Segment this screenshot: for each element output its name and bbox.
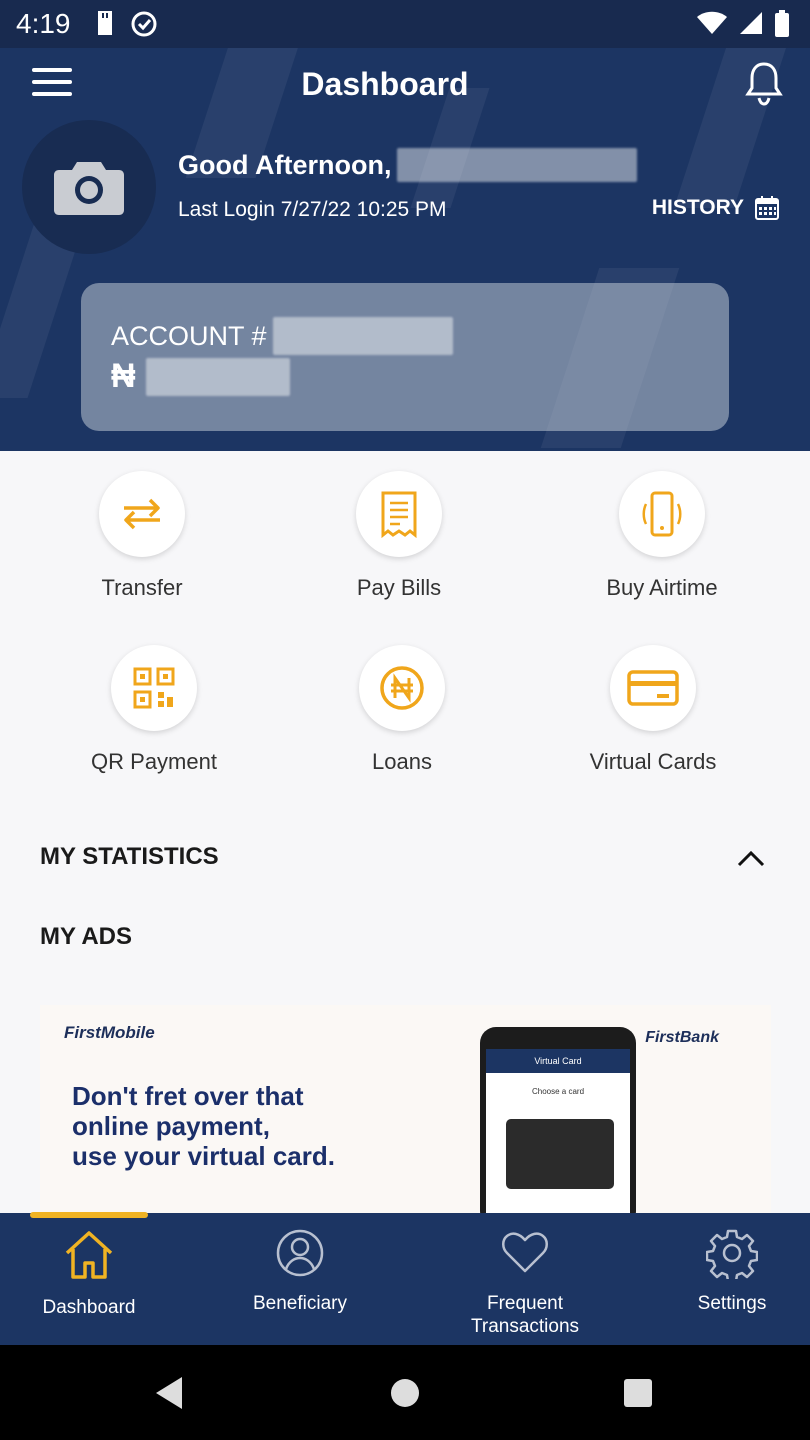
virtual-cards-button[interactable]: Virtual Cards xyxy=(543,645,763,775)
greeting-text: Good Afternoon, xyxy=(178,149,392,180)
signal-icon xyxy=(740,12,762,34)
ad-phone-image: Virtual Card Choose a card xyxy=(480,1027,636,1215)
calendar-icon xyxy=(755,196,779,220)
pay-bills-label: Pay Bills xyxy=(356,575,442,600)
account-card[interactable]: ACCOUNT # ₦ xyxy=(81,283,729,431)
nav-dashboard[interactable]: Dashboard xyxy=(20,1227,158,1319)
account-label: ACCOUNT # xyxy=(111,320,267,351)
ad-brand-logo: FirstMobile xyxy=(64,1023,155,1042)
qr-payment-label: QR Payment xyxy=(91,749,217,774)
my-statistics-title[interactable]: MY STATISTICS xyxy=(40,843,219,871)
sd-card-icon xyxy=(98,11,112,35)
active-tab-indicator xyxy=(30,1212,148,1218)
recents-icon[interactable] xyxy=(623,1378,653,1408)
ad-bank-logo: FirstBank xyxy=(645,1029,719,1046)
chevron-up-icon[interactable] xyxy=(736,848,766,868)
qr-code-icon xyxy=(133,667,175,709)
camera-icon xyxy=(54,162,124,215)
dashboard-header: Dashboard Good Afternoon, Last Login 7/2… xyxy=(0,48,810,451)
phone-ringing-icon xyxy=(642,491,682,537)
wifi-icon xyxy=(697,11,727,34)
status-time: 4:19 xyxy=(16,8,71,39)
my-ads-title: MY ADS xyxy=(40,923,133,950)
ad-banner[interactable]: FirstMobile FirstBank Don't fret over th… xyxy=(40,1005,771,1215)
heart-icon xyxy=(502,1232,548,1273)
app-notification-icon xyxy=(131,11,157,37)
avatar[interactable] xyxy=(22,120,156,254)
back-icon[interactable] xyxy=(152,1375,186,1411)
transfer-button[interactable]: Transfer xyxy=(32,471,252,601)
nav-beneficiary[interactable]: Beneficiary xyxy=(230,1227,370,1315)
battery-icon xyxy=(775,10,789,37)
redacted-username xyxy=(397,148,638,182)
naira-coin-icon xyxy=(380,666,424,710)
loans-label: Loans xyxy=(372,749,432,774)
redacted-balance xyxy=(145,357,290,396)
qr-payment-button[interactable]: QR Payment xyxy=(44,645,264,775)
home-circle-icon[interactable] xyxy=(390,1378,420,1408)
credit-card-icon xyxy=(627,670,679,706)
loans-button[interactable]: Loans xyxy=(292,645,512,775)
user-icon xyxy=(276,1229,324,1277)
virtual-cards-label: Virtual Cards xyxy=(589,749,717,774)
buy-airtime-button[interactable]: Buy Airtime xyxy=(552,471,772,601)
bottom-nav: Dashboard Beneficiary Frequent Transacti… xyxy=(0,1213,810,1345)
currency-symbol: ₦ xyxy=(111,357,136,395)
ad-card-image xyxy=(506,1119,614,1189)
pay-bills-button[interactable]: Pay Bills xyxy=(289,471,509,601)
page-title: Dashboard xyxy=(301,66,469,102)
redacted-account-number xyxy=(272,317,453,355)
transfer-label: Transfer xyxy=(101,575,183,600)
ad-headline: Don't fret over that online payment, use… xyxy=(72,1081,335,1171)
bell-icon[interactable] xyxy=(744,60,784,108)
nav-frequent-transactions[interactable]: Frequent Transactions xyxy=(448,1227,602,1338)
receipt-icon xyxy=(381,491,417,538)
status-bar: 4:19 xyxy=(0,0,810,48)
greeting: Good Afternoon, xyxy=(178,148,638,182)
last-login: Last Login 7/27/22 10:25 PM xyxy=(178,198,447,221)
history-label: HISTORY xyxy=(651,196,744,219)
history-button[interactable]: HISTORY xyxy=(652,195,780,221)
nav-settings[interactable]: Settings xyxy=(670,1227,794,1315)
system-nav-bar xyxy=(0,1345,810,1440)
transfer-arrows-icon xyxy=(124,498,160,530)
home-icon xyxy=(65,1231,113,1279)
gear-icon xyxy=(705,1229,759,1283)
buy-airtime-label: Buy Airtime xyxy=(606,575,718,600)
